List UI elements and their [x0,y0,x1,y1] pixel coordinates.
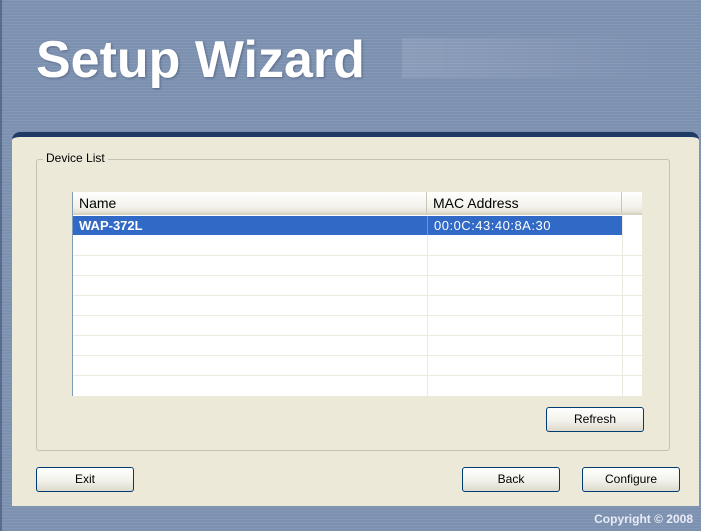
footer-bar: Copyright © 2008 [2,506,701,531]
device-list-table[interactable]: Name MAC Address WAP-372L 00:0C:43:40:8A… [72,192,642,396]
copyright-text: Copyright © 2008 [594,512,693,526]
row-gridline [73,315,642,316]
column-divider [622,215,623,396]
table-row[interactable]: WAP-372L 00:0C:43:40:8A:30 [73,216,622,235]
row-gridline [73,295,642,296]
row-gridline [73,275,642,276]
page-title: Setup Wizard [36,31,365,89]
title-banner: Setup Wizard [2,0,701,132]
device-name-cell: WAP-372L [79,218,143,233]
row-gridline [73,255,642,256]
content-panel: Device List Name MAC Address WAP-372L 00… [12,132,699,506]
device-list-legend: Device List [43,151,108,165]
column-header-mac-address[interactable]: MAC Address [427,192,622,213]
back-button[interactable]: Back [462,467,560,492]
configure-button[interactable]: Configure [582,467,680,492]
device-list-group: Device List Name MAC Address WAP-372L 00… [36,151,670,451]
table-header: Name MAC Address [73,192,642,215]
wizard-window: Setup Wizard Device List Name MAC Addres… [0,0,701,531]
refresh-button[interactable]: Refresh [546,407,644,432]
row-gridline [73,375,642,376]
column-header-filler [622,192,642,213]
banner-decoration [402,38,662,78]
column-divider [427,215,428,396]
row-gridline [73,335,642,336]
mac-address-cell: 00:0C:43:40:8A:30 [427,216,622,235]
row-gridline [73,355,642,356]
exit-button[interactable]: Exit [36,467,134,492]
column-header-name[interactable]: Name [73,192,427,213]
